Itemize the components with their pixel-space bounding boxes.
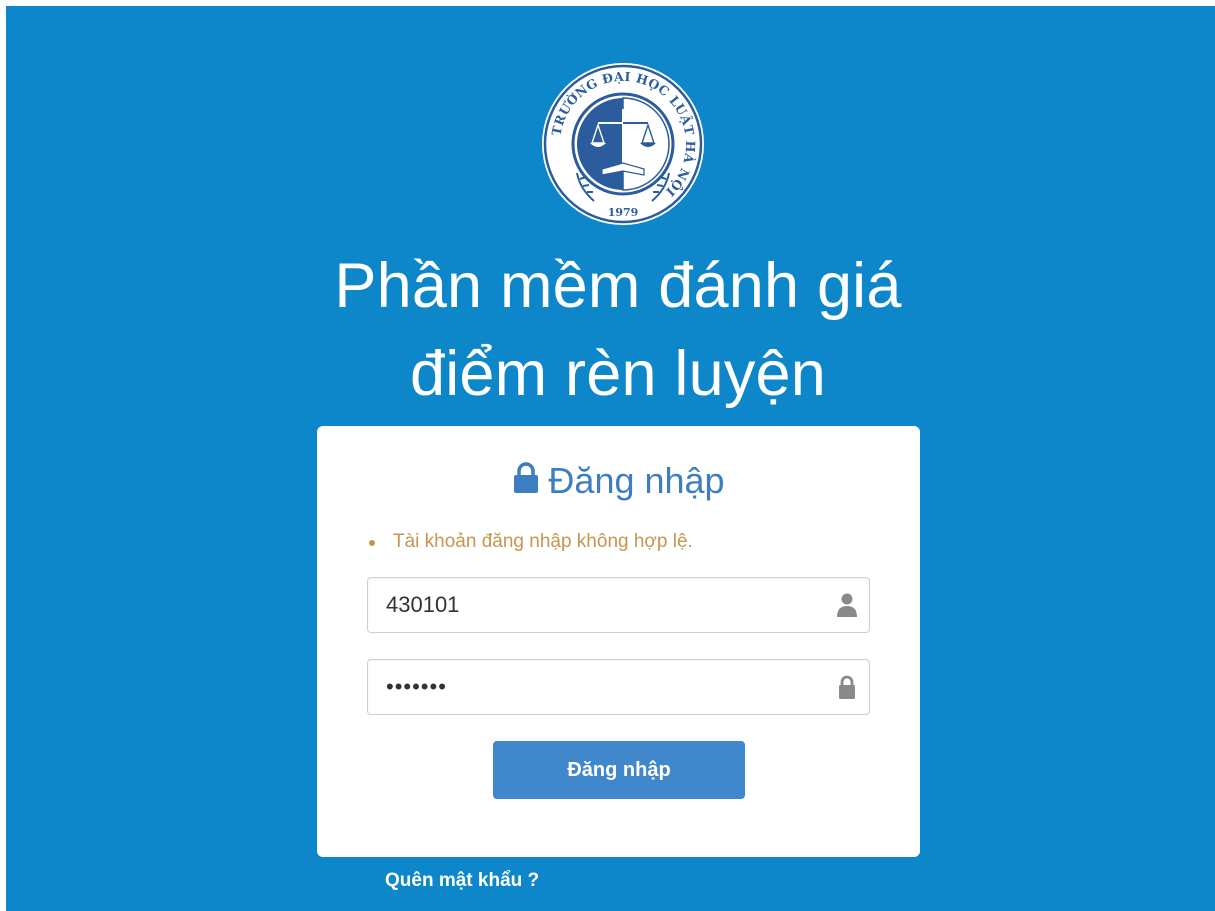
password-input[interactable] [368, 660, 828, 714]
university-seal-icon: TRƯỜNG ĐẠI HỌC LUẬT HÀ NỘI 1979 [542, 63, 704, 225]
validation-errors: Tài khoản đăng nhập không hợp lệ. [367, 530, 693, 554]
login-heading-text: Đăng nhập [548, 460, 725, 501]
forgot-password-link[interactable]: Quên mật khẩu ? [385, 869, 539, 893]
university-logo: TRƯỜNG ĐẠI HỌC LUẬT HÀ NỘI 1979 [540, 61, 706, 227]
login-page: TRƯỜNG ĐẠI HỌC LUẬT HÀ NỘI 1979 Phần mềm… [6, 6, 1215, 911]
error-message: Tài khoản đăng nhập không hợp lệ. [367, 530, 693, 554]
username-field[interactable] [367, 577, 870, 633]
seal-year: 1979 [608, 206, 639, 219]
username-input[interactable] [368, 578, 828, 632]
login-card: Đăng nhập Tài khoản đăng nhập không hợp … [317, 426, 920, 857]
password-field[interactable] [367, 659, 870, 715]
user-icon [835, 592, 859, 618]
lock-icon [512, 461, 540, 493]
app-title-line2: điểm rèn luyện [409, 339, 827, 409]
login-button[interactable]: Đăng nhập [493, 741, 745, 799]
app-title: Phần mềm đánh giá điểm rèn luyện [6, 242, 1215, 418]
lock-icon [835, 674, 859, 700]
app-title-line1: Phần mềm đánh giá [334, 251, 902, 321]
login-heading: Đăng nhập [317, 460, 920, 502]
